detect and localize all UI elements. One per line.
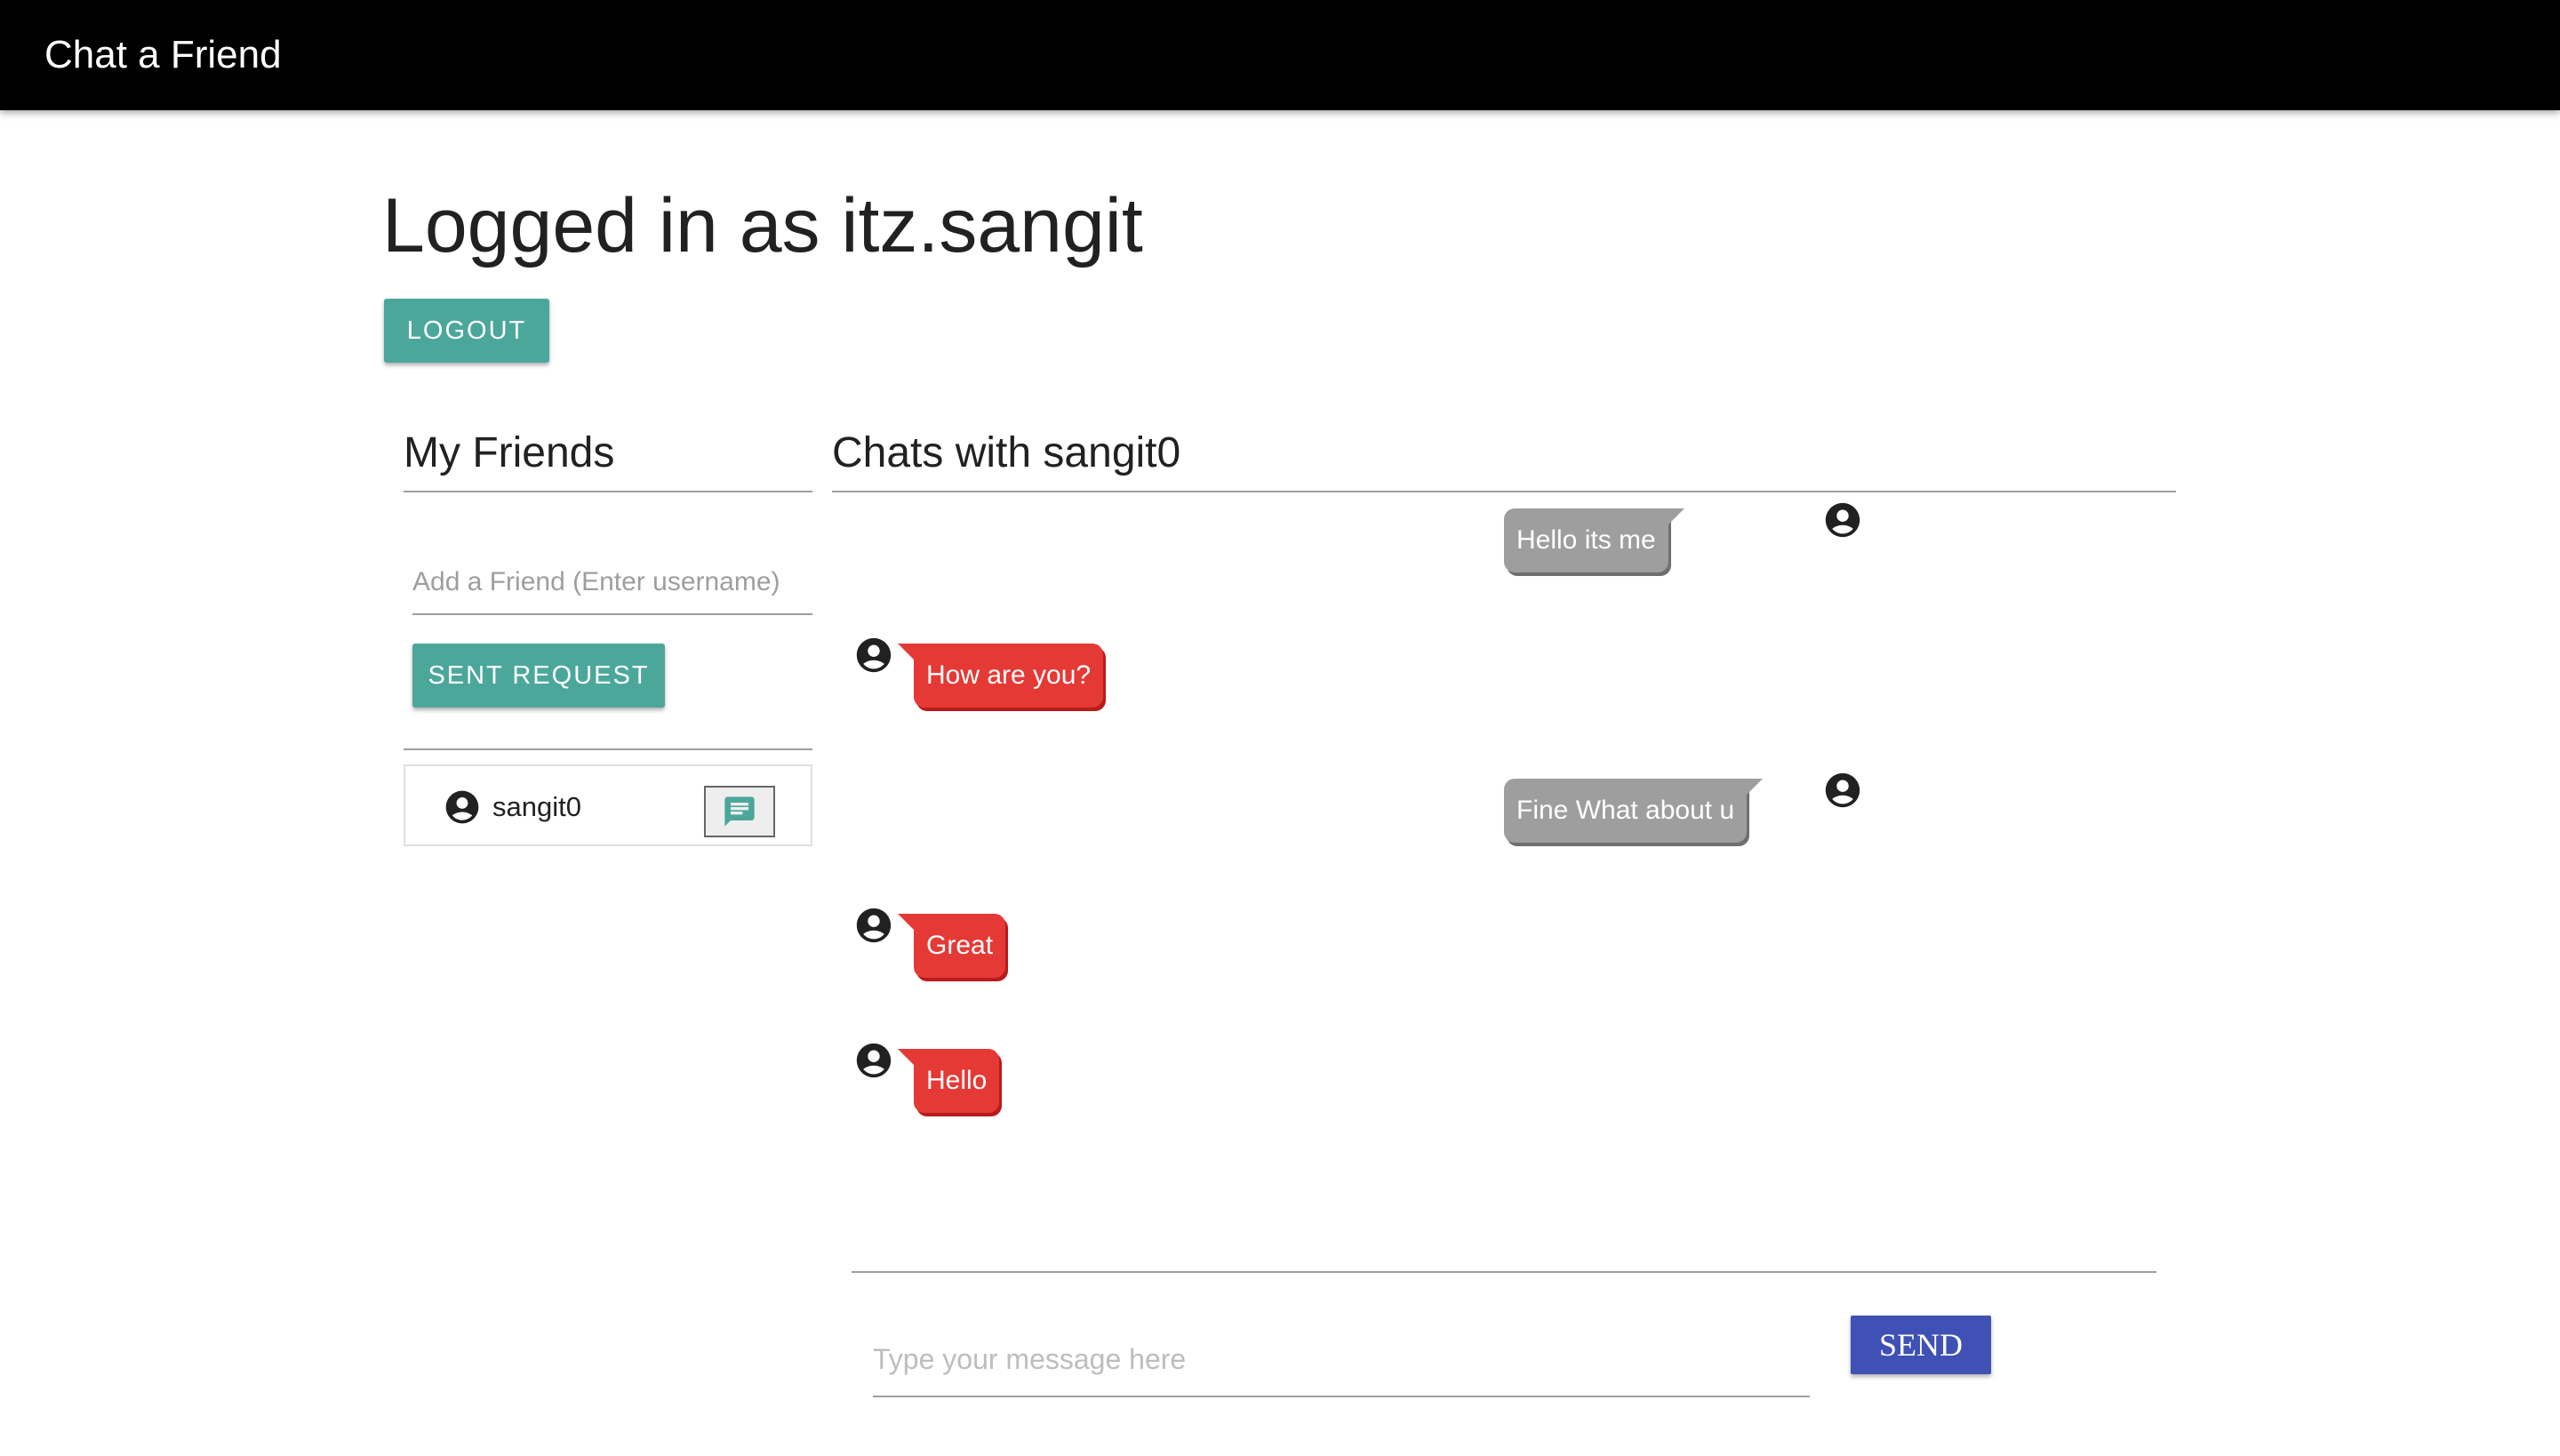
bubble-tail <box>898 1049 914 1065</box>
bubble-tail <box>1747 779 1764 795</box>
add-friend-input[interactable] <box>412 551 812 615</box>
open-chat-button[interactable] <box>704 786 775 837</box>
message-bubble-received: Great <box>898 914 1006 978</box>
friends-heading-divider <box>404 491 812 492</box>
account-circle-icon <box>856 637 892 673</box>
friend-name: sangit0 <box>492 791 581 822</box>
message-text: Hello <box>926 1066 988 1095</box>
message-text: Fine What about u <box>1516 796 1735 825</box>
message-text: Hello its me <box>1516 525 1656 555</box>
send-button[interactable]: SEND <box>1851 1316 1991 1374</box>
account-circle-icon <box>445 790 479 824</box>
message-input[interactable] <box>873 1323 1810 1397</box>
composer-divider <box>852 1271 2156 1273</box>
friends-heading: My Friends <box>404 429 615 476</box>
page-title: Logged in as itz.sangit <box>382 183 1143 268</box>
chat-heading-divider <box>832 491 2176 492</box>
account-circle-icon <box>856 908 892 943</box>
top-app-bar: Chat a Friend <box>0 0 2560 110</box>
account-circle-icon <box>856 1043 892 1078</box>
message-text: How are you? <box>926 660 1092 690</box>
message-bubble-received: How are you? <box>898 644 1104 708</box>
bubble-tail <box>1668 508 1684 524</box>
bubble-tail <box>898 914 914 930</box>
app-title: Chat a Friend <box>44 33 282 76</box>
chat-heading: Chats with sangit0 <box>832 429 1181 476</box>
message-bubble-sent: Fine What about u <box>1504 779 1764 843</box>
account-circle-icon <box>1825 502 1860 538</box>
message-bubble-received: Hello <box>898 1049 1000 1113</box>
friends-list-divider <box>404 748 812 750</box>
account-circle-icon <box>1825 772 1860 808</box>
message-text: Great <box>926 931 994 960</box>
logout-button[interactable]: LOGOUT <box>384 299 549 363</box>
bubble-tail <box>898 644 914 660</box>
message-bubble-sent: Hello its me <box>1504 508 1684 572</box>
friend-list-item[interactable]: sangit0 <box>404 764 812 846</box>
chat-icon <box>724 796 755 827</box>
sent-request-button[interactable]: SENT REQUEST <box>412 644 665 708</box>
